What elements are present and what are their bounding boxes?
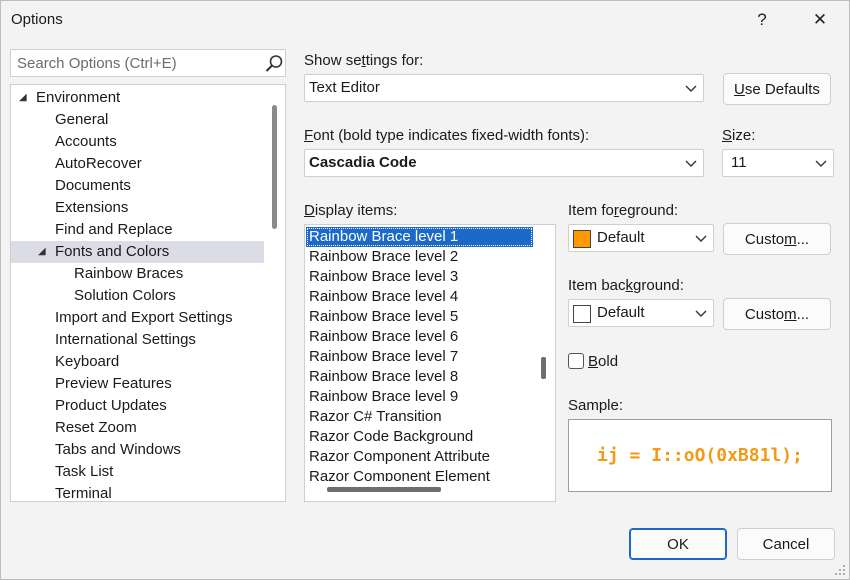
close-icon: ✕ (812, 10, 828, 29)
list-item[interactable]: Rainbow Brace level 2 (306, 247, 533, 267)
sample-preview: ij = I::oO(0xB81l); (568, 419, 832, 492)
list-item[interactable]: Rainbow Brace level 8 (306, 367, 533, 387)
list-item[interactable]: Rainbow Brace level 7 (306, 347, 533, 367)
list-horizontal-scroll-thumb[interactable] (327, 487, 441, 492)
title-bar: Options ? ✕ (1, 1, 849, 39)
bold-label[interactable]: Bold (588, 353, 618, 370)
search-box[interactable] (10, 49, 286, 77)
tree-item-keyboard[interactable]: Keyboard (11, 351, 264, 373)
list-item[interactable]: Rainbow Brace level 3 (306, 267, 533, 287)
tree-item-find-and-replace[interactable]: Find and Replace (11, 219, 264, 241)
item-background-label: Item background: (568, 277, 684, 294)
tree-item-general[interactable]: General (11, 109, 264, 131)
list-item[interactable]: Rainbow Brace level 1 (306, 227, 533, 247)
options-tree[interactable]: ◢ Environment General Accounts AutoRecov… (10, 84, 286, 502)
list-vertical-scroll-thumb[interactable] (541, 357, 546, 379)
size-value: 11 (731, 154, 747, 171)
font-value: Cascadia Code (309, 154, 417, 171)
ok-button[interactable]: OK (629, 528, 727, 560)
bold-checkbox[interactable] (568, 353, 584, 369)
tree-item-product-updates[interactable]: Product Updates (11, 395, 264, 417)
tree-item-accounts[interactable]: Accounts (11, 131, 264, 153)
list-item[interactable]: Rainbow Brace level 4 (306, 287, 533, 307)
tree-item-fonts-and-colors[interactable]: ◢ Fonts and Colors (11, 241, 264, 263)
tree-item-autorecover[interactable]: AutoRecover (11, 153, 264, 175)
search-icon[interactable] (264, 54, 284, 74)
search-input[interactable] (15, 53, 255, 73)
size-combo[interactable]: 11 (722, 149, 834, 177)
chevron-down-icon (685, 85, 697, 92)
chevron-down-icon (815, 160, 827, 167)
list-item[interactable]: Rainbow Brace level 5 (306, 307, 533, 327)
chevron-down-icon (695, 235, 707, 242)
list-item[interactable]: Razor Component Attribute (306, 447, 533, 467)
list-item[interactable]: Razor Code Background (306, 427, 533, 447)
background-custom-button[interactable]: Custo m... (723, 298, 831, 330)
expand-arrow-icon[interactable]: ◢ (38, 241, 46, 263)
foreground-value: Default (597, 229, 645, 246)
show-settings-label: Show settings for: (304, 52, 424, 69)
resize-grip-icon[interactable] (834, 564, 846, 576)
tree-scrollbar-thumb[interactable] (272, 105, 277, 229)
tree-item-rainbow-braces[interactable]: Rainbow Braces (11, 263, 264, 285)
display-items-label: Display items: (304, 202, 398, 219)
tree-item-terminal[interactable]: Terminal (11, 483, 264, 501)
close-button[interactable]: ✕ (797, 1, 843, 39)
tree-item-import-export[interactable]: Import and Export Settings (11, 307, 264, 329)
use-defaults-button[interactable]: Use Defaults (723, 73, 831, 105)
tree-item-extensions[interactable]: Extensions (11, 197, 264, 219)
tree-item-reset-zoom[interactable]: Reset Zoom (11, 417, 264, 439)
chevron-down-icon (695, 310, 707, 317)
background-color-combo[interactable]: Default (568, 299, 714, 327)
window-title: Options (11, 11, 63, 28)
help-button[interactable]: ? (739, 1, 785, 39)
tree-item-documents[interactable]: Documents (11, 175, 264, 197)
foreground-color-combo[interactable]: Default (568, 224, 714, 252)
list-item[interactable]: Razor C# Transition (306, 407, 533, 427)
font-combo[interactable]: Cascadia Code (304, 149, 704, 177)
cancel-button[interactable]: Cancel (737, 528, 835, 560)
list-item[interactable]: Rainbow Brace level 9 (306, 387, 533, 407)
foreground-custom-button[interactable]: Custo m... (723, 223, 831, 255)
font-label: Font (bold type indicates fixed-width fo… (304, 127, 590, 144)
help-icon: ? (757, 10, 767, 29)
color-swatch (573, 305, 591, 323)
tree-item-tabs-and-windows[interactable]: Tabs and Windows (11, 439, 264, 461)
item-foreground-label: Item foreground: (568, 202, 679, 219)
tree-item-environment[interactable]: ◢ Environment (11, 87, 264, 109)
tree-item-international[interactable]: International Settings (11, 329, 264, 351)
show-settings-combo[interactable]: Text Editor (304, 74, 704, 102)
background-value: Default (597, 304, 645, 321)
display-items-list[interactable]: Rainbow Brace level 1 Rainbow Brace leve… (304, 224, 556, 502)
list-item[interactable]: Razor Component Element (306, 467, 533, 481)
chevron-down-icon (685, 160, 697, 167)
tree-item-solution-colors[interactable]: Solution Colors (11, 285, 264, 307)
list-item[interactable]: Rainbow Brace level 6 (306, 327, 533, 347)
show-settings-value: Text Editor (309, 79, 380, 96)
options-dialog: Options ? ✕ ◢ Environment General Accoun… (0, 0, 850, 580)
sample-label: Sample: (568, 397, 624, 414)
color-swatch (573, 230, 591, 248)
expand-arrow-icon[interactable]: ◢ (19, 87, 27, 109)
size-label: Size: (722, 127, 756, 144)
tree-item-preview-features[interactable]: Preview Features (11, 373, 264, 395)
tree-item-task-list[interactable]: Task List (11, 461, 264, 483)
